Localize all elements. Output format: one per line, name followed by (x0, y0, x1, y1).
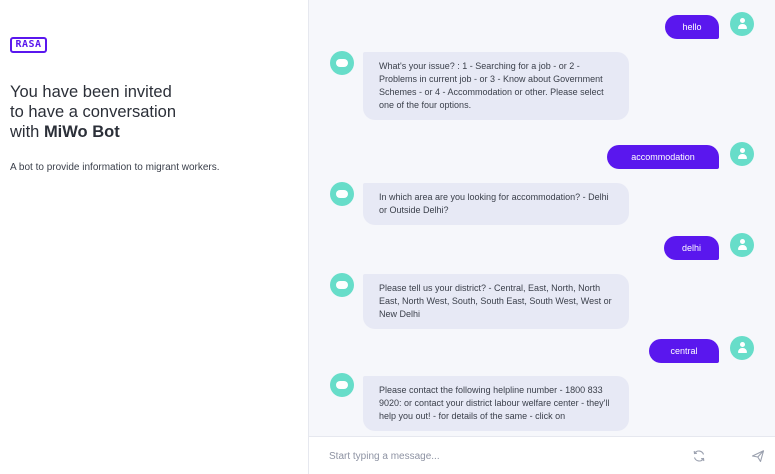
bot-message: In which area are you looking for accomm… (363, 183, 629, 225)
user-message-text: delhi (681, 243, 701, 253)
user-avatar-icon (730, 233, 754, 257)
message-list[interactable]: hello What's your issue? : 1 - Searching… (309, 0, 775, 436)
bot-name: MiWo Bot (43, 123, 120, 141)
user-message-text: accommodation (631, 152, 695, 162)
logo-text: RASA (15, 39, 42, 50)
invite-prefix: with (10, 123, 44, 141)
intro-panel: RASA You have been invited to have a con… (0, 0, 308, 474)
rasa-logo: RASA (10, 37, 47, 53)
bot-message: What's your issue? : 1 - Searching for a… (363, 52, 629, 120)
invite-line-2: to have a conversation (10, 103, 177, 121)
bot-description: A bot to provide information to migrant … (10, 162, 220, 173)
send-icon[interactable] (751, 449, 765, 463)
user-message: hello (665, 15, 719, 39)
invite-line-3: with MiWo Bot (10, 122, 290, 142)
bot-avatar-icon (330, 51, 354, 75)
bot-message: Please contact the following helpline nu… (363, 376, 629, 431)
user-message: accommodation (607, 145, 719, 169)
bot-avatar-icon (330, 373, 354, 397)
user-message: delhi (664, 236, 719, 260)
invite-line-1: You have been invited (10, 83, 172, 101)
bot-avatar-icon (330, 273, 354, 297)
user-message-text: hello (682, 22, 702, 32)
message-composer (309, 436, 775, 474)
invite-heading: You have been invited to have a conversa… (10, 82, 290, 142)
user-message: central (649, 339, 719, 363)
refresh-icon[interactable] (692, 449, 706, 463)
message-input[interactable] (329, 447, 669, 465)
user-avatar-icon (730, 142, 754, 166)
user-avatar-icon (730, 12, 754, 36)
user-message-text: central (670, 346, 698, 356)
chat-panel: hello What's your issue? : 1 - Searching… (308, 0, 775, 474)
user-avatar-icon (730, 336, 754, 360)
bot-message: Please tell us your district? - Central,… (363, 274, 629, 329)
bot-avatar-icon (330, 182, 354, 206)
